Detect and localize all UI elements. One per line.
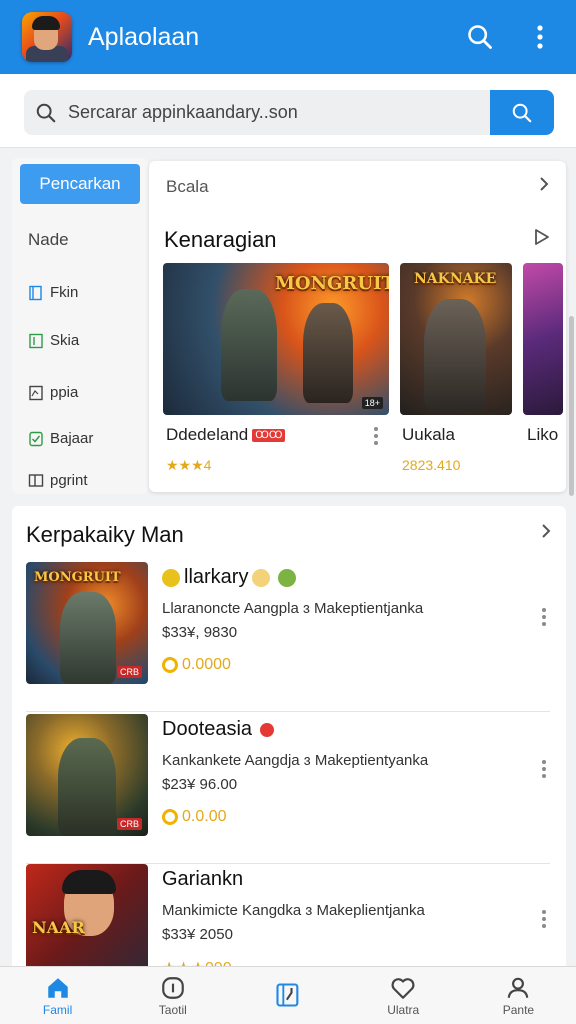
- more-vert-icon[interactable]: [522, 19, 558, 55]
- game-thumbnail: MONGRUIT CRB: [26, 562, 148, 684]
- nav-library[interactable]: [230, 967, 345, 1024]
- item-coins: 0.0.00: [162, 808, 226, 826]
- item-coins: 0.0000: [162, 656, 231, 674]
- tile-name: Liko: [527, 425, 559, 444]
- item-name: Gariankn: [162, 868, 244, 890]
- section-title: Kerpakaiky Man: [26, 522, 184, 547]
- game-tile[interactable]: NAKNAKE: [400, 263, 512, 415]
- more-vert-icon[interactable]: [536, 910, 552, 928]
- sidebar-item-pgrint[interactable]: pgrint: [28, 472, 88, 489]
- search-input[interactable]: [68, 102, 490, 123]
- tile-logo: NAKNAKE: [414, 271, 497, 287]
- nav-info[interactable]: Taotil: [115, 967, 230, 1024]
- item-price: $33¥, 9830: [162, 624, 238, 641]
- nav-label: Ulatra: [387, 1002, 420, 1017]
- item-name: Dooteasia: [162, 718, 278, 741]
- game-thumbnail: NAAR: [26, 864, 148, 966]
- chevron-right-icon[interactable]: [538, 522, 554, 545]
- nav-label: Taotil: [158, 1002, 187, 1017]
- window-icon: [28, 473, 44, 487]
- tile-name: Uukala: [402, 425, 455, 444]
- sidebar-item-label: Fkin: [50, 284, 79, 301]
- home-icon: [47, 977, 68, 998]
- sidebar-item-label: pgrint: [50, 472, 88, 489]
- sidebar-item-active[interactable]: Pencarkan: [20, 164, 140, 204]
- search-box: [24, 90, 554, 135]
- more-vert-icon[interactable]: [536, 760, 552, 778]
- item-description: Kankankete Aangdja ɜ Makeptientyanka: [162, 752, 429, 769]
- search-icon[interactable]: [462, 19, 498, 55]
- list-item[interactable]: MONGRUIT CRB llarkary Llaranoncte Aangpl…: [12, 562, 566, 712]
- bookmark-icon: [29, 285, 42, 300]
- heart-icon: [391, 977, 415, 999]
- search-bar: [0, 74, 576, 148]
- nav-favorites[interactable]: Ulatra: [346, 967, 461, 1024]
- badge-icon: [162, 568, 180, 587]
- search-button[interactable]: [490, 90, 554, 135]
- sidebar-item-label: ppia: [50, 384, 79, 401]
- item-coins: ★★★099: [162, 958, 232, 966]
- app-title: Aplaolaan: [88, 22, 200, 51]
- nav-home[interactable]: Famil: [0, 967, 115, 1024]
- tile-rating: ★★★4: [166, 457, 212, 473]
- star-badge-icon: [278, 568, 297, 587]
- search-icon: [24, 102, 68, 124]
- item-description: Llaranoncte Aangpla ɜ Makeptientjanka: [162, 600, 424, 617]
- nav-label: Pante: [502, 1002, 535, 1017]
- divider: [26, 711, 550, 712]
- sidebar-item-skia[interactable]: Skia: [28, 332, 79, 349]
- tile-logo: MONGRUIT: [275, 273, 389, 294]
- item-name: llarkary: [162, 566, 300, 589]
- scrollbar[interactable]: [569, 316, 574, 496]
- app-logo[interactable]: [22, 12, 72, 62]
- thumb-logo: NAAR: [32, 918, 85, 937]
- egg-icon: [252, 568, 271, 587]
- age-badge: CRB: [116, 818, 142, 830]
- item-price: $33¥ 2050: [162, 926, 233, 943]
- chevron-right-icon[interactable]: [536, 175, 552, 198]
- age-badge: 18+: [361, 397, 383, 409]
- category-sidebar: Pencarkan Nade Fkin Skia ppia Bajaar pgr…: [12, 158, 148, 494]
- person-icon: [508, 977, 529, 998]
- game-tile[interactable]: [523, 263, 563, 415]
- coin-icon: [162, 657, 178, 673]
- chart-icon: [29, 385, 43, 400]
- tile-rating: 2823.410: [402, 457, 461, 473]
- featured-title: Kenaragian: [164, 227, 277, 252]
- sidebar-item-nade[interactable]: Nade: [28, 230, 69, 250]
- book-icon: [276, 982, 299, 1007]
- sidebar-item-bajaar[interactable]: Bajaar: [28, 430, 93, 447]
- coin-icon: [162, 809, 178, 825]
- share-icon[interactable]: [532, 227, 552, 252]
- info-icon: [161, 976, 184, 999]
- popular-list: Kerpakaiky Man MONGRUIT CRB llarkary Lla…: [12, 506, 566, 966]
- square-icon: [29, 333, 43, 348]
- nav-profile[interactable]: Pante: [461, 967, 576, 1024]
- list-item[interactable]: CRB Dooteasia Kankankete Aangdja ɜ Makep…: [12, 714, 566, 864]
- game-tile[interactable]: MONGRUIT 18+: [163, 263, 389, 415]
- list-item[interactable]: NAAR Gariankn Mankimicte Kangdka ɜ Makep…: [12, 864, 566, 966]
- featured-tab[interactable]: Bcala: [166, 177, 209, 197]
- sidebar-item-label: Bajaar: [50, 430, 94, 447]
- age-badge: CRB: [116, 666, 142, 678]
- sidebar-item-fkin[interactable]: Fkin: [28, 284, 78, 301]
- check-icon: [29, 431, 43, 446]
- thumb-logo: MONGRUIT: [34, 570, 121, 585]
- game-thumbnail: CRB: [26, 714, 148, 836]
- featured-card: Bcala Kenaragian MONGRUIT 18+ Ddedeland Ꝏ…: [149, 161, 566, 492]
- item-description: Mankimicte Kangdka ɜ Makeplientjanka: [162, 902, 425, 919]
- heart-badge-icon: [260, 722, 275, 737]
- nav-label: Famil: [42, 1002, 73, 1017]
- more-vert-icon[interactable]: [368, 427, 384, 445]
- tag-badge: ꝎꝎ: [252, 429, 286, 443]
- item-price: $23¥ 96.00: [162, 776, 238, 793]
- sidebar-item-label: Skia: [50, 332, 80, 349]
- sidebar-item-label: Nade: [28, 230, 69, 249]
- sidebar-item-ppia[interactable]: ppia: [28, 384, 78, 401]
- app-bar: Aplaolaan: [0, 0, 576, 74]
- tile-name: Ddedeland ꝎꝎ: [166, 425, 286, 445]
- more-vert-icon[interactable]: [536, 608, 552, 626]
- bottom-nav: Famil Taotil Ulatra Pante: [0, 966, 576, 1024]
